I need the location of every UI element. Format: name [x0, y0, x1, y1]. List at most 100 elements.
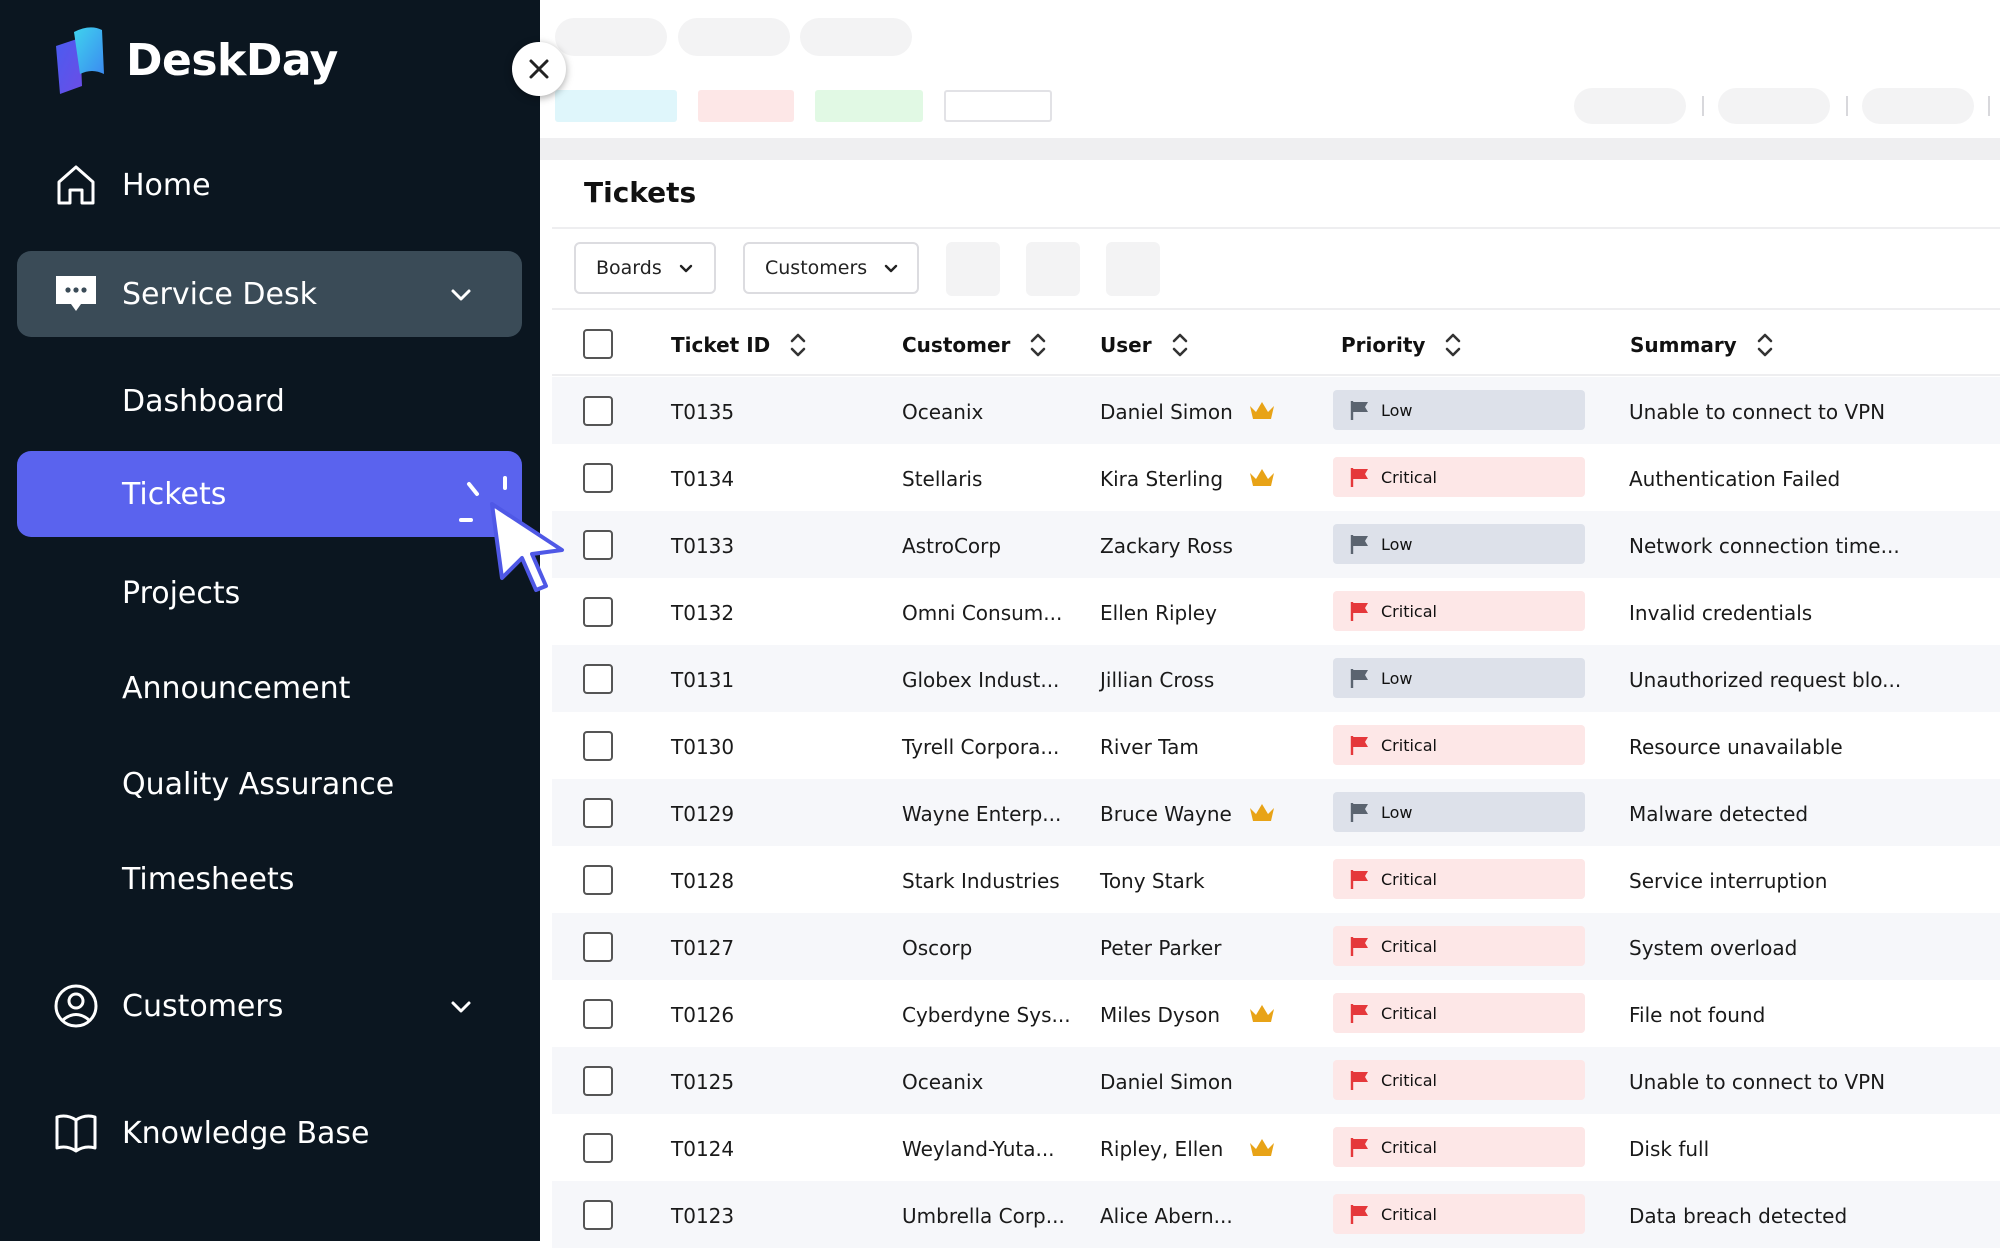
priority-label: Critical — [1381, 869, 1437, 889]
table-row[interactable]: T0125 Oceanix Daniel Simon Critical Unable t… — [552, 1047, 2000, 1114]
table-row[interactable]: T0133 AstroCorp Zackary Ross Low Network con… — [552, 511, 2000, 578]
skeleton-filter — [1026, 242, 1080, 296]
crown-icon — [1250, 402, 1274, 419]
select-all-checkbox[interactable] — [583, 329, 613, 359]
click-spark-icon — [459, 476, 507, 522]
row-checkbox[interactable] — [583, 1133, 613, 1163]
sidebar-item-label: Timesheets — [122, 861, 295, 897]
row-checkbox[interactable] — [583, 664, 613, 694]
ticket-summary: Service interruption — [1629, 869, 1828, 893]
row-checkbox[interactable] — [583, 932, 613, 962]
table-row[interactable]: T0124 Weyland-Yuta... Ripley, Ellen Critica… — [552, 1114, 2000, 1181]
main-content: Tickets Boards Customers Ticket ID Custo… — [540, 0, 2000, 1248]
priority-label: Critical — [1381, 601, 1437, 621]
row-checkbox[interactable] — [583, 597, 613, 627]
priority-label: Critical — [1381, 936, 1437, 956]
sort-icon — [1031, 333, 1046, 357]
sidebar-item-dashboard[interactable]: Dashboard — [17, 358, 522, 444]
user-name: Daniel Simon — [1100, 1070, 1233, 1094]
column-header-label: Summary — [1630, 333, 1737, 357]
table-row[interactable]: T0130 Tyrell Corpora... River Tam Critical R… — [552, 712, 2000, 779]
sidebar-item-label: Quality Assurance — [122, 766, 395, 802]
table-row[interactable]: T0129 Wayne Enterp... Bruce Wayne Low Malwar… — [552, 779, 2000, 846]
table-row[interactable]: T0131 Globex Indust... Jillian Cross Low Una… — [552, 645, 2000, 712]
sort-icon — [1172, 333, 1187, 357]
priority-label: Critical — [1381, 467, 1437, 487]
customer-name: Stellaris — [902, 467, 983, 491]
sidebar-item-service-desk[interactable]: Service Desk — [17, 251, 522, 337]
customers-dropdown-label: Customers — [765, 257, 868, 279]
table-row[interactable]: T0123 Umbrella Corp... Alice Abern... Criti… — [552, 1181, 2000, 1248]
skeleton-tab — [800, 18, 912, 56]
row-checkbox[interactable] — [583, 1200, 613, 1230]
flag-icon — [1350, 1071, 1368, 1090]
ticket-summary: System overload — [1629, 936, 1798, 960]
customer-name: Wayne Enterp... — [902, 802, 1062, 826]
table-row[interactable]: T0127 Oscorp Peter Parker Critical System ov… — [552, 913, 2000, 980]
boards-dropdown[interactable]: Boards — [574, 242, 716, 294]
row-checkbox[interactable] — [583, 798, 613, 828]
priority-badge: Critical — [1333, 993, 1585, 1033]
row-checkbox[interactable] — [583, 463, 613, 493]
content-divider-band — [540, 138, 2000, 160]
sidebar-item-announcement[interactable]: Announcement — [17, 645, 522, 731]
row-checkbox[interactable] — [583, 865, 613, 895]
column-header-user[interactable]: User — [1100, 330, 1190, 360]
divider — [1846, 96, 1848, 116]
home-icon — [57, 165, 95, 205]
ticket-id: T0131 — [671, 668, 735, 692]
table-row[interactable]: T0135 Oceanix Daniel Simon Low Unable to con… — [552, 377, 2000, 444]
row-checkbox[interactable] — [583, 1066, 613, 1096]
crown-icon — [1250, 1139, 1274, 1156]
sidebar: DeskDay Home Service Desk Dashboard Tick… — [0, 0, 540, 1241]
sidebar-item-tickets[interactable]: Tickets — [17, 451, 522, 537]
priority-badge: Critical — [1333, 859, 1585, 899]
user-name: Tony Stark — [1100, 869, 1205, 893]
column-header-summary[interactable]: Summary — [1630, 330, 1775, 360]
column-header-customer[interactable]: Customer — [902, 330, 1048, 360]
sidebar-item-knowledge-base[interactable]: Knowledge Base — [17, 1090, 522, 1176]
skeleton-chip — [555, 90, 677, 122]
column-header-label: Ticket ID — [671, 333, 771, 357]
user-name: Miles Dyson — [1100, 1003, 1221, 1027]
sidebar-item-projects[interactable]: Projects — [17, 550, 522, 636]
table-row[interactable]: T0134 Stellaris Kira Sterling Critical Authe… — [552, 444, 2000, 511]
flag-icon — [1350, 401, 1368, 420]
customers-dropdown[interactable]: Customers — [743, 242, 919, 294]
row-checkbox[interactable] — [583, 731, 613, 761]
priority-badge: Critical — [1333, 457, 1585, 497]
ticket-id: T0133 — [671, 534, 735, 558]
row-checkbox[interactable] — [583, 999, 613, 1029]
sidebar-item-customers[interactable]: Customers — [17, 963, 522, 1049]
skeleton-filter — [946, 242, 1000, 296]
ticket-id: T0126 — [671, 1003, 735, 1027]
divider — [1988, 96, 1990, 116]
priority-badge: Critical — [1333, 1127, 1585, 1167]
priority-label: Low — [1381, 802, 1413, 822]
column-header-label: Customer — [902, 333, 1011, 357]
user-name: River Tam — [1100, 735, 1199, 759]
priority-label: Low — [1381, 668, 1413, 688]
flag-icon — [1350, 1004, 1368, 1023]
row-checkbox[interactable] — [583, 396, 613, 426]
skeleton-chip — [815, 90, 923, 122]
sidebar-item-timesheets[interactable]: Timesheets — [17, 836, 522, 922]
user-name: Ripley, Ellen — [1100, 1137, 1224, 1161]
book-icon — [55, 1114, 97, 1153]
column-header-ticket-id[interactable]: Ticket ID — [671, 330, 808, 360]
close-sidebar-button[interactable] — [512, 42, 566, 96]
user-name: Alice Abern... — [1100, 1204, 1233, 1228]
sidebar-item-quality-assurance[interactable]: Quality Assurance — [17, 741, 522, 827]
sidebar-item-label: Service Desk — [122, 276, 317, 312]
sidebar-item-home[interactable]: Home — [17, 142, 522, 228]
brand[interactable]: DeskDay — [52, 24, 338, 96]
ticket-id: T0129 — [671, 802, 735, 826]
row-checkbox[interactable] — [583, 530, 613, 560]
column-header-priority[interactable]: Priority — [1341, 330, 1463, 360]
table-row[interactable]: T0128 Stark Industries Tony Stark Critical S… — [552, 846, 2000, 913]
ticket-summary: Resource unavailable — [1629, 735, 1843, 759]
table-row[interactable]: T0132 Omni Consum... Ellen Ripley Critical I… — [552, 578, 2000, 645]
table-row[interactable]: T0126 Cyberdyne Sys... Miles Dyson Critical… — [552, 980, 2000, 1047]
customer-name: AstroCorp — [902, 534, 1002, 558]
brand-name: DeskDay — [126, 34, 338, 86]
